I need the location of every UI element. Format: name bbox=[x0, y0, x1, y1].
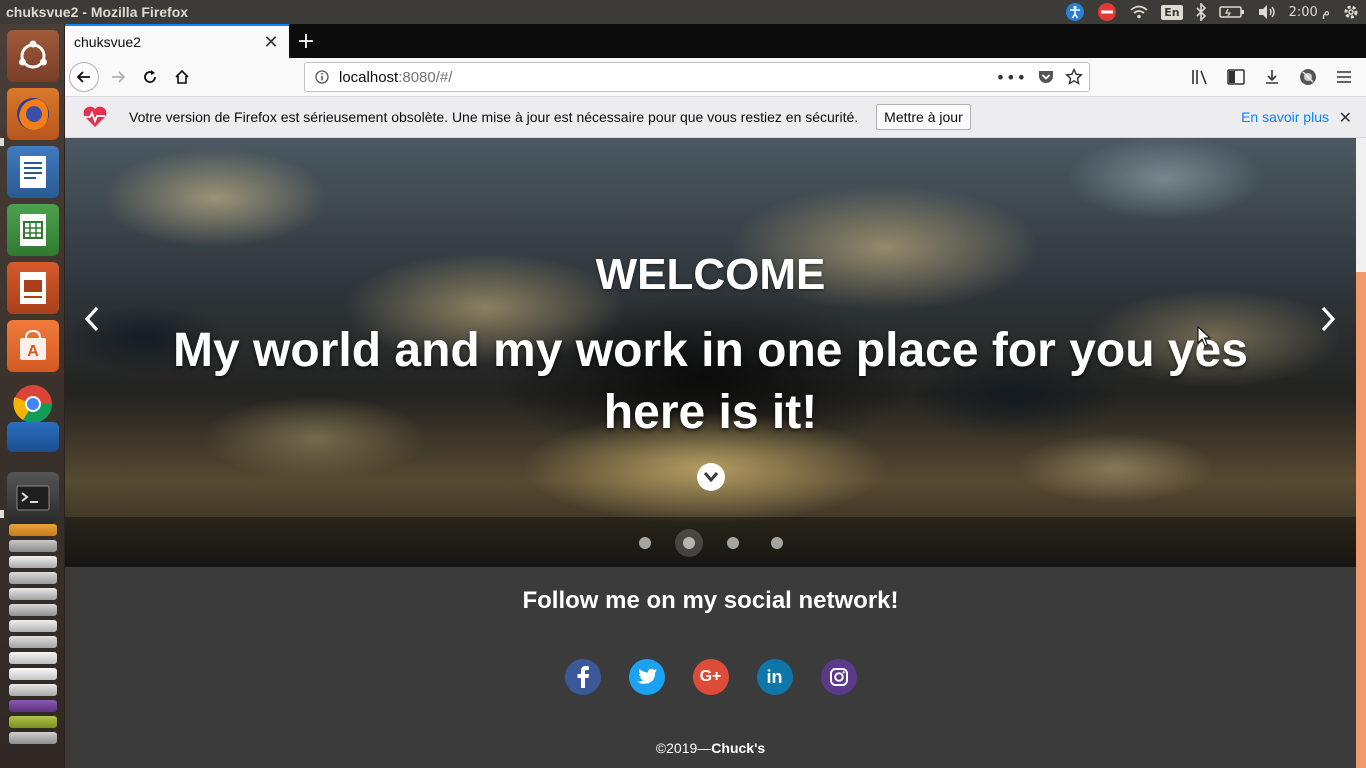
launcher-stack-item[interactable] bbox=[9, 556, 57, 568]
bookmark-star-icon[interactable] bbox=[1065, 68, 1083, 86]
download-icon[interactable] bbox=[1258, 62, 1286, 92]
reload-button[interactable] bbox=[135, 62, 165, 92]
impress-icon[interactable] bbox=[7, 262, 59, 314]
twitter-icon[interactable] bbox=[628, 659, 665, 695]
library-icon[interactable] bbox=[1186, 62, 1214, 92]
launcher-stack-item[interactable] bbox=[9, 524, 57, 536]
writer-icon[interactable] bbox=[7, 146, 59, 198]
url-actions: ••• bbox=[996, 63, 1083, 91]
launcher-stack-item[interactable] bbox=[9, 604, 57, 616]
back-button[interactable] bbox=[69, 62, 99, 92]
sidebar-icon[interactable] bbox=[1222, 62, 1250, 92]
launcher-active-indicator bbox=[0, 138, 4, 146]
pocket-icon[interactable] bbox=[1037, 69, 1055, 85]
bluetooth-icon[interactable] bbox=[1195, 0, 1207, 24]
social-links: G+ in bbox=[65, 659, 1356, 695]
firefox-icon[interactable] bbox=[7, 88, 59, 140]
update-notification-bar: Votre version de Firefox est sérieusemen… bbox=[65, 97, 1366, 138]
google-plus-icon[interactable]: G+ bbox=[692, 659, 729, 695]
app-icon[interactable] bbox=[7, 422, 59, 452]
page-actions-icon[interactable]: ••• bbox=[996, 68, 1027, 87]
clock[interactable]: 2:00 م bbox=[1289, 5, 1330, 20]
window-title: chuksvue2 - Mozilla Firefox bbox=[6, 4, 189, 20]
extension-icon[interactable] bbox=[1294, 62, 1322, 92]
new-tab-button[interactable]: + bbox=[291, 24, 321, 58]
wifi-icon[interactable] bbox=[1129, 0, 1149, 24]
mouse-cursor-icon bbox=[1197, 325, 1212, 352]
hero-welcome: WELCOME bbox=[595, 250, 826, 299]
page-scrollbar[interactable] bbox=[1356, 138, 1366, 768]
launcher-stack-item[interactable] bbox=[9, 652, 57, 664]
url-text: localhost:8080/#/ bbox=[339, 69, 452, 86]
carousel-dot-1[interactable] bbox=[639, 537, 651, 549]
terminal-icon[interactable] bbox=[7, 472, 59, 524]
menu-icon[interactable] bbox=[1330, 62, 1358, 92]
system-tray: En 2:00 م bbox=[1065, 0, 1360, 24]
hero-carousel: WELCOME My world and my work in one plac… bbox=[65, 138, 1356, 567]
launcher-stack-item[interactable] bbox=[9, 668, 57, 680]
launcher-stack-item[interactable] bbox=[9, 716, 57, 728]
top-panel: chuksvue2 - Mozilla Firefox En 2:00 م bbox=[0, 0, 1366, 24]
heart-pulse-icon bbox=[82, 105, 110, 129]
calc-icon[interactable] bbox=[7, 204, 59, 256]
launcher-stack-item[interactable] bbox=[9, 636, 57, 648]
update-button[interactable]: Mettre à jour bbox=[876, 104, 971, 130]
launcher-active-indicator bbox=[0, 510, 4, 518]
hero-tagline: My world and my work in one place for yo… bbox=[173, 324, 1248, 439]
volume-icon[interactable] bbox=[1257, 0, 1277, 24]
do-not-disturb-icon[interactable] bbox=[1097, 0, 1117, 24]
copyright-prefix: ©2019— bbox=[655, 740, 712, 756]
forward-button[interactable] bbox=[103, 62, 133, 92]
keyboard-layout-indicator[interactable]: En bbox=[1161, 0, 1183, 24]
launcher-stack-item[interactable] bbox=[9, 700, 57, 712]
tab-bar: chuksvue2 ✕ + bbox=[65, 24, 1366, 58]
url-path: :8080/#/ bbox=[398, 68, 453, 86]
close-icon[interactable]: ✕ bbox=[1339, 108, 1352, 127]
facebook-icon[interactable] bbox=[564, 659, 601, 695]
linkedin-icon[interactable]: in bbox=[756, 659, 793, 695]
nav-bar: localhost:8080/#/ ••• bbox=[65, 58, 1366, 97]
footer-title: Follow me on my social network! bbox=[522, 587, 899, 614]
scrollbar-thumb[interactable] bbox=[1356, 272, 1366, 768]
copyright-name: Chuck's bbox=[711, 740, 766, 756]
scroll-down-button[interactable] bbox=[697, 463, 725, 491]
gear-icon[interactable] bbox=[1342, 0, 1360, 24]
carousel-dot-4[interactable] bbox=[771, 537, 783, 549]
learn-more-link[interactable]: En savoir plus bbox=[1241, 109, 1329, 125]
accessibility-icon[interactable] bbox=[1065, 0, 1085, 24]
launcher-stack-item[interactable] bbox=[9, 732, 57, 744]
close-icon[interactable]: ✕ bbox=[259, 30, 283, 54]
launcher-stack-item[interactable] bbox=[9, 620, 57, 632]
chevron-down-icon bbox=[703, 472, 719, 483]
page-content: WELCOME My world and my work in one plac… bbox=[65, 138, 1356, 768]
carousel-next-button[interactable] bbox=[1313, 304, 1343, 334]
instagram-icon[interactable] bbox=[820, 659, 857, 695]
software-center-icon[interactable]: A bbox=[7, 320, 59, 372]
battery-icon[interactable] bbox=[1218, 0, 1245, 24]
home-button[interactable] bbox=[167, 62, 197, 92]
footer-copyright: ©2019—Chuck's bbox=[65, 740, 1356, 756]
launcher-stack-item[interactable] bbox=[9, 684, 57, 696]
carousel-dot-2[interactable] bbox=[683, 537, 695, 549]
info-icon[interactable] bbox=[315, 70, 329, 84]
tab-active[interactable]: chuksvue2 ✕ bbox=[65, 24, 289, 58]
notification-message: Votre version de Firefox est sérieusemen… bbox=[129, 109, 859, 125]
launcher-stack-item[interactable] bbox=[9, 588, 57, 600]
carousel-indicators bbox=[65, 517, 1356, 567]
toolbar-right bbox=[1186, 62, 1358, 92]
tab-title: chuksvue2 bbox=[74, 34, 141, 50]
carousel-prev-button[interactable] bbox=[77, 304, 107, 334]
launcher-stack-item[interactable] bbox=[9, 572, 57, 584]
carousel-dot-3[interactable] bbox=[727, 537, 739, 549]
launcher: A bbox=[0, 24, 65, 768]
launcher-stack-item[interactable] bbox=[9, 540, 57, 552]
url-host: localhost bbox=[339, 68, 399, 86]
ubuntu-dash-icon[interactable] bbox=[7, 30, 59, 82]
url-bar[interactable]: localhost:8080/#/ ••• bbox=[304, 62, 1090, 92]
svg-text:A: A bbox=[27, 343, 39, 360]
